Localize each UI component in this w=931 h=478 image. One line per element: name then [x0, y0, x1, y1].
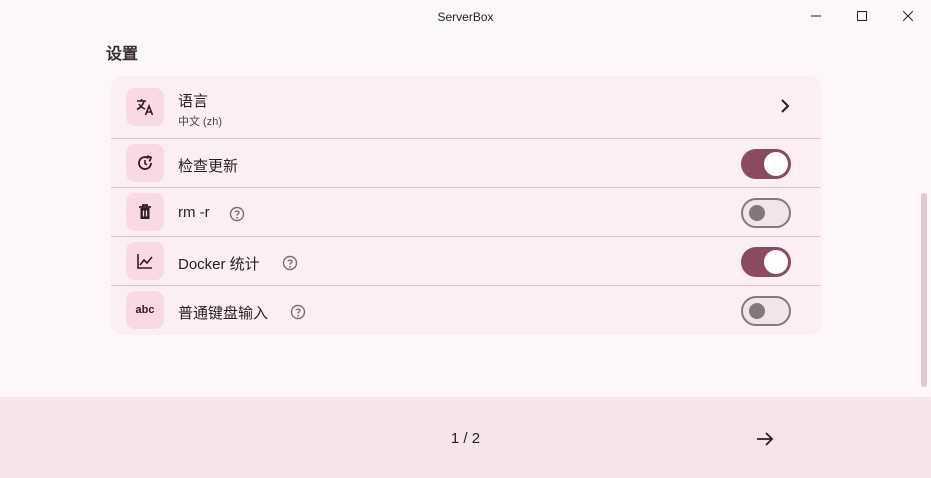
close-button[interactable]	[885, 0, 931, 32]
normal-keyboard-setting: abc 普通键盘输入	[111, 286, 821, 335]
toggle-knob	[764, 250, 788, 274]
language-label: 语言	[178, 93, 209, 110]
rm-r-toggle[interactable]	[741, 198, 791, 228]
check-update-toggle[interactable]	[741, 149, 791, 179]
title-bar: ServerBox	[0, 0, 931, 34]
trash-icon	[139, 204, 151, 219]
help-icon[interactable]	[229, 206, 245, 222]
docker-stats-setting: Docker 统计	[111, 237, 821, 286]
translate-icon	[136, 99, 154, 116]
trash-icon-box	[126, 193, 164, 231]
scrollbar[interactable]	[921, 193, 927, 387]
help-icon[interactable]	[290, 304, 306, 320]
help-icon[interactable]	[282, 255, 298, 271]
footer-bar: 1 / 2	[0, 397, 931, 478]
chart-icon	[137, 254, 153, 269]
settings-card: 语言 中文 (zh) 检查更新 rm -r Docker 统计 abc 普通键盘…	[111, 76, 821, 335]
minimize-icon	[811, 15, 821, 17]
chart-icon-box	[126, 242, 164, 280]
rm-r-label: rm -r	[178, 204, 210, 221]
page-indicator: 1 / 2	[450, 430, 481, 447]
language-value: 中文 (zh)	[178, 116, 222, 128]
docker-stats-label: Docker 统计	[178, 256, 260, 273]
chevron-right-icon[interactable]	[779, 98, 791, 114]
toggle-knob	[749, 303, 765, 319]
toggle-knob	[749, 205, 765, 221]
window-title: ServerBox	[437, 10, 494, 24]
check-update-setting: 检查更新	[111, 139, 821, 188]
next-page-button[interactable]	[752, 426, 778, 452]
close-icon	[903, 11, 913, 21]
toggle-knob	[764, 152, 788, 176]
update-icon	[138, 155, 153, 170]
abc-icon: abc	[126, 291, 164, 329]
arrow-right-icon	[757, 432, 774, 446]
update-icon-box	[126, 144, 164, 182]
minimize-button[interactable]	[793, 0, 839, 32]
section-title: 设置	[106, 46, 139, 63]
normal-keyboard-toggle[interactable]	[741, 296, 791, 326]
maximize-button[interactable]	[839, 0, 885, 32]
normal-keyboard-label: 普通键盘输入	[178, 305, 269, 322]
rm-r-setting: rm -r	[111, 188, 821, 237]
check-update-label: 检查更新	[178, 158, 239, 175]
language-setting[interactable]: 语言 中文 (zh)	[111, 76, 821, 139]
translate-icon-box	[126, 88, 164, 126]
docker-stats-toggle[interactable]	[741, 247, 791, 277]
maximize-icon	[857, 11, 867, 21]
